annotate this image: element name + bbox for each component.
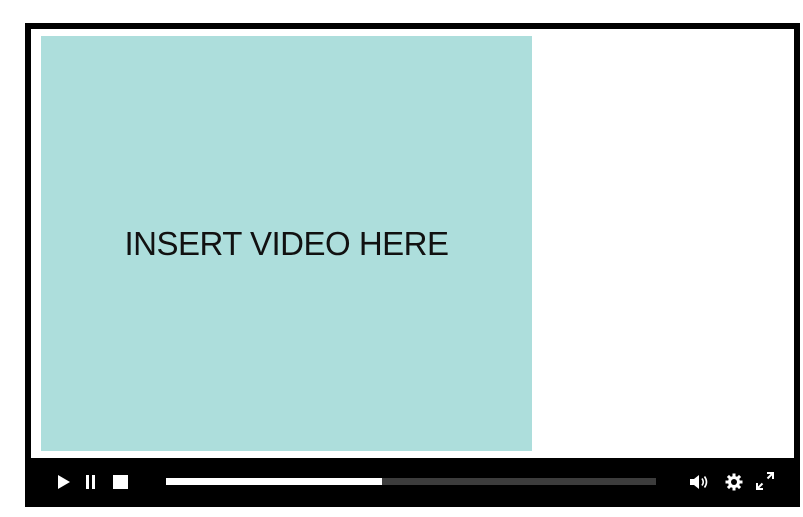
video-player: INSERT VIDEO HERE bbox=[25, 23, 800, 507]
fullscreen-icon bbox=[756, 472, 774, 490]
pause-button[interactable] bbox=[85, 475, 97, 489]
video-area[interactable]: INSERT VIDEO HERE bbox=[41, 36, 532, 451]
volume-button[interactable] bbox=[690, 474, 710, 490]
stop-button[interactable] bbox=[113, 475, 128, 489]
video-placeholder-text: INSERT VIDEO HERE bbox=[124, 224, 449, 262]
fullscreen-button[interactable] bbox=[756, 472, 774, 490]
progress-fill bbox=[166, 478, 382, 485]
pause-icon bbox=[86, 475, 95, 489]
gear-icon bbox=[725, 473, 743, 491]
settings-button[interactable] bbox=[725, 473, 743, 491]
volume-icon bbox=[690, 475, 708, 489]
progress-bar[interactable] bbox=[166, 478, 656, 485]
stop-icon bbox=[113, 475, 128, 489]
player-controls-bar bbox=[25, 458, 800, 507]
play-icon bbox=[58, 475, 70, 489]
play-button[interactable] bbox=[57, 475, 71, 489]
